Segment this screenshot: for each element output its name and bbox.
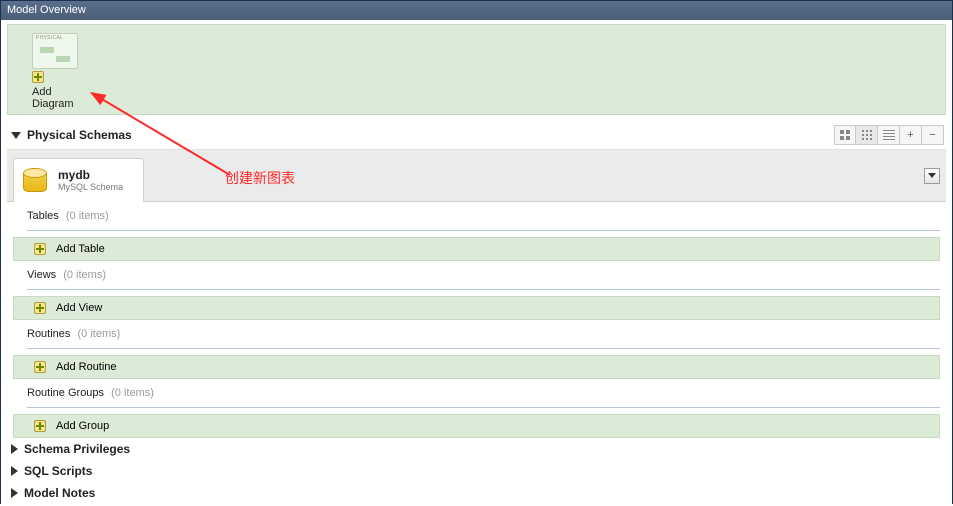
view-large-icons-button[interactable] — [834, 125, 856, 145]
physical-schemas-header: Physical Schemas + − — [7, 121, 946, 150]
add-view-label: Add View — [56, 302, 102, 314]
add-group-label: Add Group — [56, 420, 109, 432]
views-count: (0 items) — [63, 269, 106, 281]
tables-label: Tables — [27, 210, 59, 222]
physical-schemas-title: Physical Schemas — [27, 128, 132, 142]
expand-icon — [11, 466, 18, 476]
window-title: Model Overview — [7, 4, 86, 16]
routines-category: Routines (0 items) — [7, 320, 946, 348]
tables-category: Tables (0 items) — [7, 202, 946, 230]
schema-name: mydb — [58, 168, 123, 182]
model-overview-window: Model Overview Add Diagram Physical Sche… — [0, 0, 953, 504]
tables-count: (0 items) — [66, 210, 109, 222]
model-notes-header[interactable]: Model Notes — [7, 482, 946, 504]
views-category: Views (0 items) — [7, 261, 946, 289]
plus-icon — [34, 243, 46, 255]
database-icon — [22, 165, 50, 195]
view-toolbar: + − — [834, 125, 944, 145]
plus-icon — [34, 302, 46, 314]
add-group-button[interactable]: Add Group — [13, 414, 940, 438]
list-icon — [883, 130, 895, 140]
collapse-toggle-icon[interactable] — [11, 132, 21, 139]
divider — [27, 230, 940, 231]
diagram-thumb-icon — [32, 33, 78, 69]
content-area: Add Diagram Physical Schemas + − mydb My… — [1, 20, 952, 504]
add-table-button[interactable]: Add Table — [13, 237, 940, 261]
add-routine-label: Add Routine — [56, 361, 117, 373]
schema-body: Tables (0 items) Add Table Views (0 item… — [7, 202, 946, 438]
routines-label: Routines — [27, 328, 70, 340]
views-label: Views — [27, 269, 56, 281]
divider — [27, 348, 940, 349]
schema-dropdown-button[interactable] — [924, 168, 940, 184]
sql-scripts-header[interactable]: SQL Scripts — [7, 460, 946, 482]
schema-tabbar: mydb MySQL Schema — [7, 150, 946, 202]
expand-icon — [11, 444, 18, 454]
add-diagram-button[interactable]: Add Diagram — [32, 33, 90, 110]
routine-groups-count: (0 items) — [111, 387, 154, 399]
schema-privileges-title: Schema Privileges — [24, 442, 130, 456]
add-schema-button[interactable]: + — [900, 125, 922, 145]
titlebar: Model Overview — [1, 1, 952, 20]
schema-subtitle: MySQL Schema — [58, 182, 123, 192]
model-notes-title: Model Notes — [24, 486, 95, 500]
expand-icon — [11, 488, 18, 498]
divider — [27, 407, 940, 408]
add-diagram-label: Add Diagram — [32, 86, 90, 110]
view-list-button[interactable] — [878, 125, 900, 145]
add-view-button[interactable]: Add View — [13, 296, 940, 320]
view-small-icons-button[interactable] — [856, 125, 878, 145]
remove-schema-button[interactable]: − — [922, 125, 944, 145]
routine-groups-label: Routine Groups — [27, 387, 104, 399]
routine-groups-category: Routine Groups (0 items) — [7, 379, 946, 407]
add-routine-button[interactable]: Add Routine — [13, 355, 940, 379]
add-table-label: Add Table — [56, 243, 105, 255]
sql-scripts-title: SQL Scripts — [24, 464, 92, 478]
plus-icon — [34, 361, 46, 373]
schema-privileges-header[interactable]: Schema Privileges — [7, 438, 946, 460]
plus-icon — [34, 420, 46, 432]
grid-small-icon — [862, 130, 872, 140]
routines-count: (0 items) — [77, 328, 120, 340]
grid-large-icon — [840, 130, 850, 140]
diagram-area: Add Diagram — [7, 24, 946, 115]
plus-icon — [32, 71, 44, 83]
divider — [27, 289, 940, 290]
schema-tab-mydb[interactable]: mydb MySQL Schema — [13, 158, 144, 202]
